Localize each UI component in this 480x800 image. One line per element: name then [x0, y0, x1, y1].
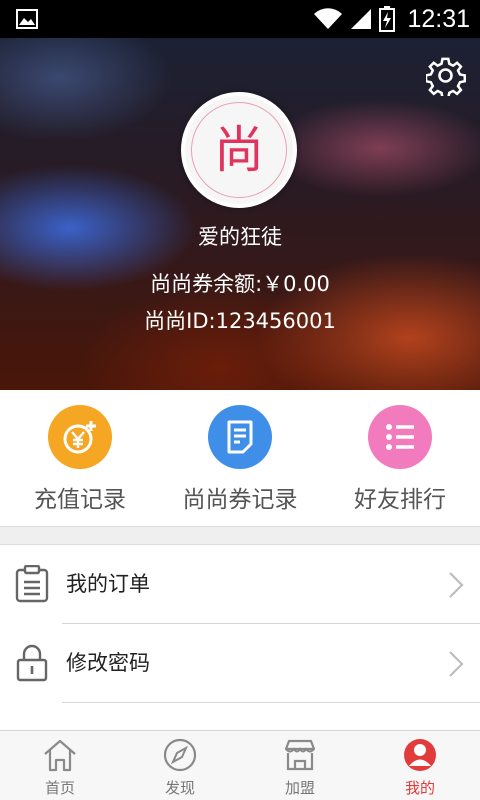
user-id: 尚尚ID:123456001: [144, 309, 336, 333]
tab-discover-label: 发现: [164, 779, 195, 797]
clipboard-icon: [15, 565, 49, 603]
avatar[interactable]: 尚: [181, 92, 297, 208]
compass-icon: [163, 738, 197, 772]
status-bar: 12:31: [0, 0, 480, 38]
profile-header: 尚 爱的狂徒 尚尚券余额:￥0.00 尚尚ID:123456001: [0, 38, 480, 390]
chevron-right-icon: [449, 572, 464, 598]
tab-discover[interactable]: 发现: [120, 731, 240, 800]
change-password-label: 修改密码: [66, 651, 150, 675]
chevron-right-icon: [449, 651, 464, 677]
store-icon: [284, 739, 316, 771]
row-separator: [62, 702, 480, 703]
tab-franchise[interactable]: 加盟: [240, 731, 360, 800]
document-list-icon: [208, 405, 272, 469]
nickname: 爱的狂徒: [198, 225, 282, 249]
menu-list: 我的订单 修改密码: [0, 545, 480, 731]
image-notification-icon: [16, 9, 38, 29]
friend-ranking-button[interactable]: 好友排行: [320, 390, 480, 526]
voucher-balance: 尚尚券余额:￥0.00: [150, 272, 330, 296]
battery-charging-icon: [379, 6, 396, 32]
recharge-record-button[interactable]: 充值记录: [0, 390, 160, 526]
settings-gear-icon[interactable]: [426, 56, 466, 96]
tab-franchise-label: 加盟: [284, 779, 315, 797]
friend-ranking-label: 好友排行: [354, 487, 446, 513]
my-orders-label: 我的订单: [66, 572, 150, 596]
voucher-record-button[interactable]: 尚尚券记录: [160, 390, 320, 526]
tab-home[interactable]: 首页: [0, 731, 120, 800]
ranking-list-icon: [368, 405, 432, 469]
bottom-tab-bar: 首页 发现 加盟 我的: [0, 730, 480, 800]
my-orders-row[interactable]: 我的订单: [0, 545, 480, 624]
recharge-record-label: 充值记录: [34, 487, 126, 513]
tab-me-label: 我的: [404, 779, 435, 797]
avatar-logo: 尚: [191, 102, 287, 198]
home-icon: [44, 739, 76, 772]
yen-coin-plus-icon: [48, 405, 112, 469]
status-time: 12:31: [407, 4, 470, 33]
voucher-record-label: 尚尚券记录: [182, 487, 298, 513]
user-icon: [404, 739, 436, 771]
change-password-row[interactable]: 修改密码: [0, 624, 480, 703]
tab-home-label: 首页: [44, 779, 75, 797]
signal-icon: [351, 9, 372, 29]
wifi-icon: [314, 8, 343, 29]
tab-me[interactable]: 我的: [360, 731, 480, 800]
lock-icon: [16, 644, 48, 682]
quick-actions: 充值记录 尚尚券记录 好友排行: [0, 390, 480, 526]
section-divider: [0, 526, 480, 545]
